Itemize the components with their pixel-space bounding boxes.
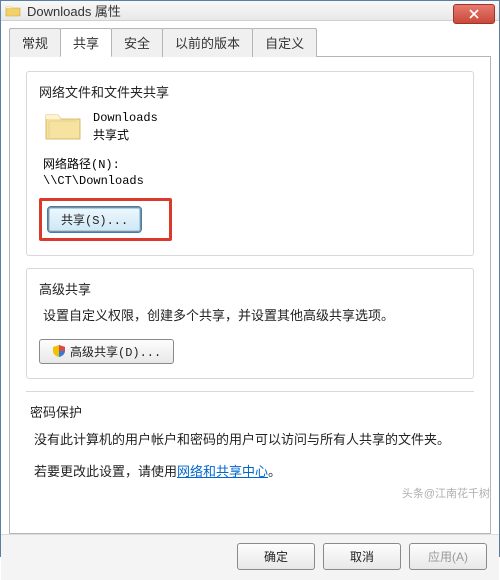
- advanced-sharing-group: 高级共享 设置自定义权限，创建多个共享，并设置其他高级共享选项。 高级共享(D)…: [26, 268, 474, 379]
- ok-button[interactable]: 确定: [237, 543, 315, 570]
- sharing-panel: 网络文件和文件夹共享 Downloads 共享式 网络路径(N):: [9, 57, 491, 534]
- folder-row: Downloads 共享式: [43, 109, 461, 145]
- advanced-sharing-title: 高级共享: [39, 279, 461, 298]
- share-status: 共享式: [93, 127, 158, 145]
- tab-custom[interactable]: 自定义: [252, 28, 317, 57]
- tab-security[interactable]: 安全: [111, 28, 163, 57]
- window-title: Downloads 属性: [27, 1, 121, 20]
- close-button[interactable]: [453, 4, 495, 24]
- tab-bar: 常规 共享 安全 以前的版本 自定义: [9, 27, 491, 57]
- network-path-label: 网络路径(N):: [43, 155, 461, 172]
- network-sharing-center-link[interactable]: 网络和共享中心: [177, 464, 268, 479]
- network-sharing-group: 网络文件和文件夹共享 Downloads 共享式 网络路径(N):: [26, 71, 474, 256]
- share-button[interactable]: 共享(S)...: [48, 207, 141, 232]
- folder-name: Downloads: [93, 109, 158, 127]
- password-desc-suffix: 。: [268, 464, 281, 479]
- share-button-highlight: 共享(S)...: [39, 198, 172, 241]
- network-path-value: \\CT\Downloads: [43, 174, 461, 188]
- folder-info: Downloads 共享式: [93, 109, 158, 145]
- password-desc-prefix: 若要更改此设置，请使用: [34, 464, 177, 479]
- advanced-sharing-button-label: 高级共享(D)...: [70, 343, 161, 360]
- tab-general[interactable]: 常规: [9, 28, 61, 57]
- password-protection-group: 密码保护 没有此计算机的用户帐户和密码的用户可以访问与所有人共享的文件夹。 若要…: [26, 391, 474, 507]
- content-area: 常规 共享 安全 以前的版本 自定义 网络文件和文件夹共享: [1, 21, 499, 534]
- network-sharing-title: 网络文件和文件夹共享: [39, 82, 461, 101]
- titlebar: Downloads 属性: [1, 1, 499, 21]
- password-protection-title: 密码保护: [30, 402, 470, 421]
- shield-icon: [52, 344, 66, 358]
- tab-sharing[interactable]: 共享: [60, 28, 112, 57]
- password-description-1: 没有此计算机的用户帐户和密码的用户可以访问与所有人共享的文件夹。: [34, 429, 470, 451]
- advanced-sharing-description: 设置自定义权限，创建多个共享，并设置其他高级共享选项。: [43, 306, 461, 327]
- cancel-button[interactable]: 取消: [323, 543, 401, 570]
- apply-button[interactable]: 应用(A): [409, 543, 487, 570]
- large-folder-icon: [43, 109, 83, 143]
- password-description-2: 若要更改此设置，请使用网络和共享中心。: [34, 461, 470, 483]
- tab-previous-versions[interactable]: 以前的版本: [162, 28, 253, 57]
- advanced-sharing-button[interactable]: 高级共享(D)...: [39, 339, 174, 364]
- properties-dialog: Downloads 属性 常规 共享 安全 以前的版本 自定义 网络文件和文件夹…: [0, 0, 500, 557]
- folder-icon: [5, 3, 21, 19]
